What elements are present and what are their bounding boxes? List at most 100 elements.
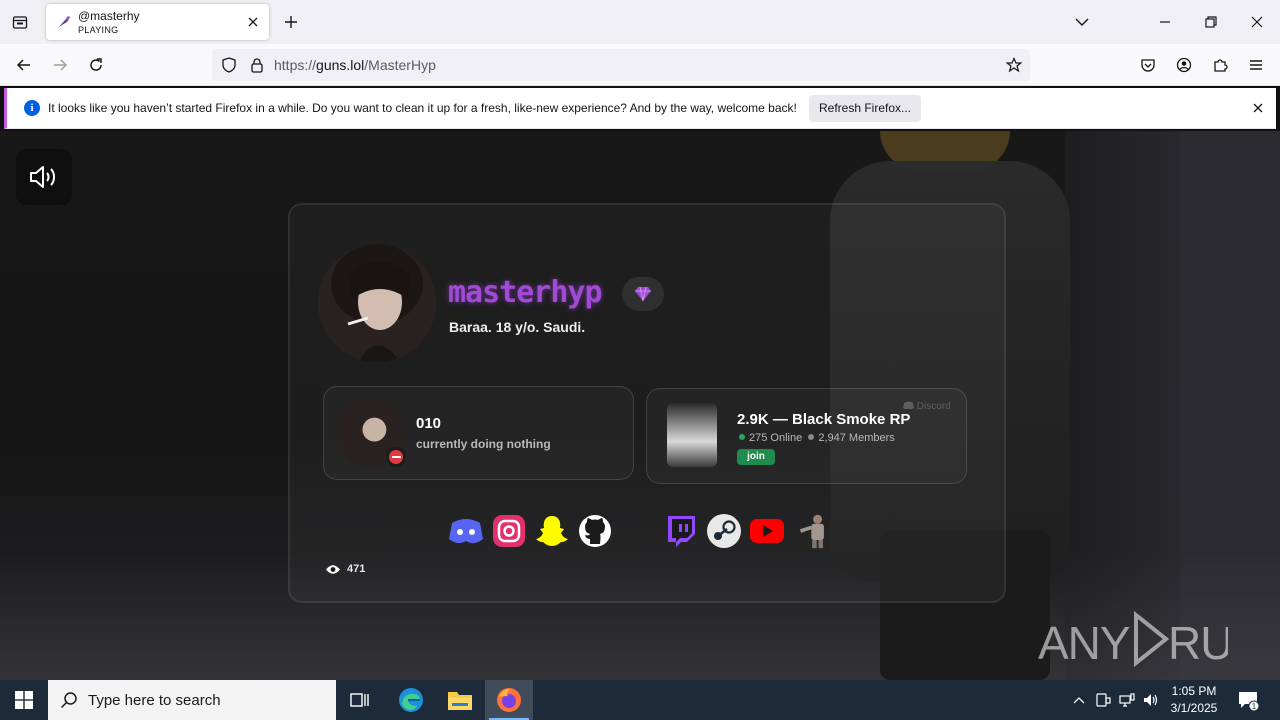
steam-link[interactable] xyxy=(706,513,742,549)
github-link[interactable] xyxy=(577,513,613,549)
task-view-button[interactable] xyxy=(336,680,384,720)
speaker-icon xyxy=(30,166,55,188)
gem-icon xyxy=(635,286,651,302)
svg-text:ANY: ANY xyxy=(1038,617,1130,669)
volume-tray-icon[interactable] xyxy=(1140,680,1162,720)
info-icon: i xyxy=(24,100,40,116)
profile-page: masterhyp Baraa. 18 y/o. Saudi. 010 curr… xyxy=(0,131,1280,680)
close-icon xyxy=(1253,103,1263,113)
account-button[interactable] xyxy=(1170,51,1198,79)
custom-link[interactable] xyxy=(796,513,832,549)
minimize-button[interactable] xyxy=(1151,8,1179,36)
server-icon xyxy=(667,403,717,467)
svg-text:RUN: RUN xyxy=(1168,617,1228,669)
tab-title: @masterhy xyxy=(78,9,140,23)
discord-icon xyxy=(449,519,483,544)
members-dot-icon xyxy=(808,434,815,440)
lock-icon[interactable] xyxy=(249,57,265,73)
shield-icon[interactable] xyxy=(221,57,237,73)
reload-button[interactable] xyxy=(82,51,110,79)
arrow-right-icon xyxy=(54,59,68,71)
extensions-button[interactable] xyxy=(1206,51,1234,79)
minimize-icon xyxy=(1160,21,1170,23)
snapchat-link[interactable] xyxy=(534,513,570,549)
windows-taskbar: Type here to search 1:05 PM 3/1/2025 1 xyxy=(0,680,1280,720)
twitch-link[interactable] xyxy=(663,513,699,549)
chevron-down-icon xyxy=(1075,18,1089,26)
github-icon xyxy=(579,515,611,547)
pocket-button[interactable] xyxy=(1134,51,1162,79)
notification-count: 1 xyxy=(1252,702,1257,711)
join-server-button[interactable]: join xyxy=(737,449,775,465)
clock-date: 3/1/2025 xyxy=(1170,701,1218,715)
start-button[interactable] xyxy=(0,680,48,720)
device-icon xyxy=(1096,693,1111,707)
refresh-firefox-notification: i It looks like you haven’t started Fire… xyxy=(4,88,1276,129)
view-counter: 471 xyxy=(325,563,365,575)
show-hidden-icons-button[interactable] xyxy=(1068,680,1090,720)
premium-badge[interactable] xyxy=(622,277,664,311)
tab-masterhy[interactable]: @masterhy PLAYING xyxy=(46,4,269,40)
plus-icon xyxy=(285,16,297,28)
server-title: 2.9K — Black Smoke RP xyxy=(737,411,911,428)
navigation-toolbar: https://guns.lol/MasterHyp xyxy=(0,44,1280,86)
refresh-firefox-button[interactable]: Refresh Firefox... xyxy=(809,95,921,122)
eye-icon xyxy=(326,564,340,574)
url-text[interactable]: https://guns.lol/MasterHyp xyxy=(274,57,436,73)
reload-icon xyxy=(90,58,102,71)
notification-icon: 1 xyxy=(1239,692,1260,712)
youtube-icon xyxy=(750,519,784,543)
forward-button[interactable] xyxy=(46,51,74,79)
action-center-button[interactable]: 1 xyxy=(1236,688,1260,712)
restore-button[interactable] xyxy=(1197,8,1225,36)
firefox-taskbar-button[interactable] xyxy=(485,680,533,720)
tab-bar: @masterhy PLAYING xyxy=(0,0,1280,44)
discord-presence-card: 010 currently doing nothing xyxy=(323,386,634,480)
back-button[interactable] xyxy=(10,51,38,79)
star-icon[interactable] xyxy=(1006,57,1022,73)
anyrun-watermark: ANY RUN xyxy=(1038,609,1266,680)
profile-avatar xyxy=(318,244,436,362)
notification-close-button[interactable] xyxy=(1250,100,1266,116)
tab-playing-label: PLAYING xyxy=(78,25,119,35)
network-tray-icon[interactable] xyxy=(1116,680,1138,720)
discord-icon xyxy=(903,401,914,410)
chevron-up-icon xyxy=(1073,697,1085,704)
edge-taskbar-button[interactable] xyxy=(387,680,435,720)
arrow-left-icon xyxy=(16,59,30,71)
taskbar-search-box[interactable]: Type here to search xyxy=(48,680,336,720)
sound-toggle-button[interactable] xyxy=(16,149,72,205)
notification-message: It looks like you haven’t started Firefo… xyxy=(48,101,797,115)
twitch-icon xyxy=(668,516,695,547)
instagram-link[interactable] xyxy=(491,513,527,549)
tab-close-button[interactable] xyxy=(245,14,261,30)
network-icon xyxy=(1119,693,1135,707)
close-window-button[interactable] xyxy=(1243,8,1271,36)
new-tab-button[interactable] xyxy=(280,9,302,35)
task-view-icon xyxy=(350,693,369,707)
close-icon xyxy=(248,17,258,27)
list-all-tabs-button[interactable] xyxy=(1068,8,1096,36)
gun-favicon-icon xyxy=(58,16,70,28)
custom-character-icon xyxy=(799,514,824,549)
account-icon xyxy=(1176,57,1192,73)
taskbar-clock[interactable]: 1:05 PM 3/1/2025 xyxy=(1162,683,1226,717)
puzzle-icon xyxy=(1214,59,1228,72)
menu-button[interactable] xyxy=(1242,51,1270,79)
meet-now-tray-icon[interactable] xyxy=(1092,680,1114,720)
discord-server-card: 2.9K — Black Smoke RP 275 Online 2,947 M… xyxy=(646,388,967,484)
clock-time: 1:05 PM xyxy=(1171,684,1217,698)
edge-icon xyxy=(399,688,423,712)
firefox-view-icon xyxy=(12,16,28,29)
youtube-link[interactable] xyxy=(749,513,785,549)
restore-icon xyxy=(1205,16,1217,28)
file-explorer-taskbar-button[interactable] xyxy=(436,680,484,720)
address-bar[interactable]: https://guns.lol/MasterHyp xyxy=(212,49,1030,81)
pocket-icon xyxy=(1141,59,1155,72)
instagram-icon xyxy=(493,515,525,547)
search-placeholder: Type here to search xyxy=(88,692,221,709)
discord-link[interactable] xyxy=(448,513,484,549)
presence-name: 010 xyxy=(416,415,442,432)
online-dot-icon xyxy=(739,434,745,440)
firefox-view-button[interactable] xyxy=(6,8,34,36)
